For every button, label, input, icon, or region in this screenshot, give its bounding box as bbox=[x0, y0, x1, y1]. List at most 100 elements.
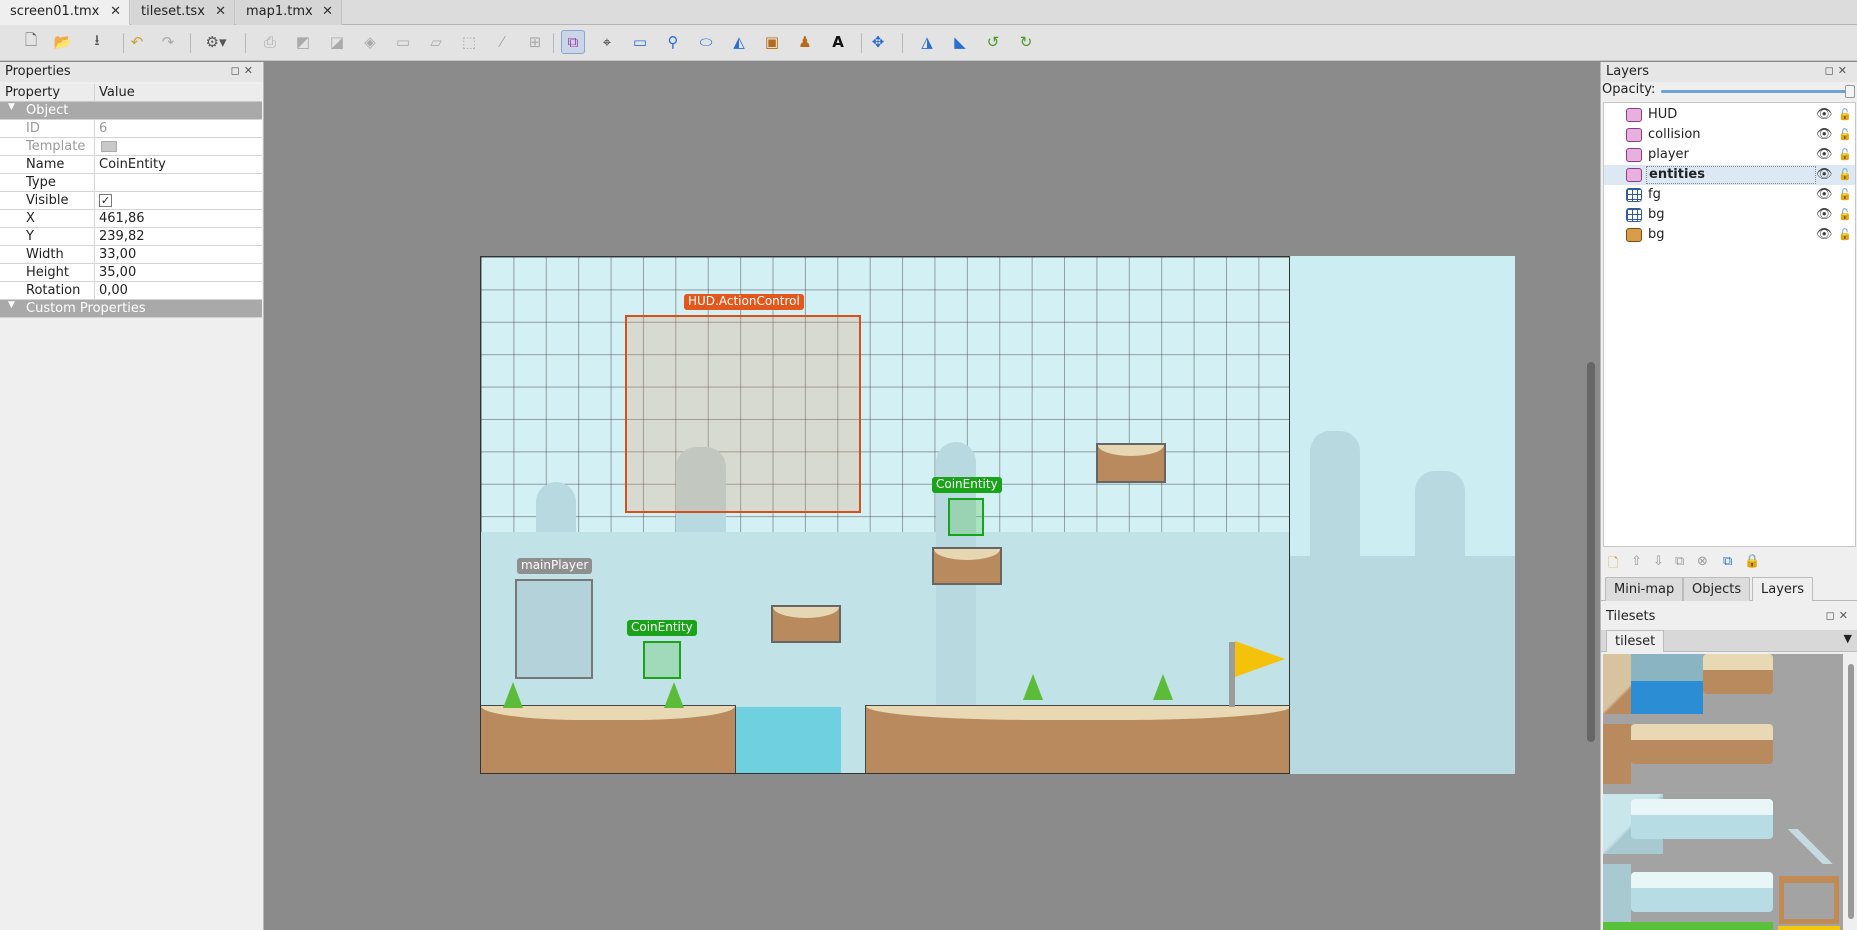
property-row-id[interactable]: ID 6 bbox=[0, 120, 262, 138]
property-value[interactable]: 35,00 bbox=[97, 264, 136, 282]
eye-icon[interactable]: 👁 bbox=[1816, 105, 1833, 125]
property-row-y[interactable]: Y 239,82 bbox=[0, 228, 262, 246]
main-player-object[interactable] bbox=[515, 579, 593, 679]
tab-screen01[interactable]: screen01.tmx ✕ bbox=[0, 0, 130, 25]
property-row-rotation[interactable]: Rotation 0,00 bbox=[0, 282, 262, 300]
tab-map1[interactable]: map1.tmx ✕ bbox=[236, 0, 342, 25]
tile[interactable] bbox=[1631, 799, 1773, 839]
close-icon[interactable]: ✕ bbox=[110, 0, 121, 24]
dock-buttons[interactable]: ◻✕ bbox=[1825, 64, 1851, 77]
dock-buttons[interactable]: ◻✕ bbox=[231, 64, 257, 77]
insert-point-icon[interactable]: ⚲ bbox=[661, 30, 685, 54]
layer-bg-image[interactable]: bg 👁 🔓 bbox=[1604, 225, 1855, 245]
new-layer-icon[interactable]: 🗋 bbox=[1608, 554, 1618, 576]
rotate-left-icon[interactable]: ↺ bbox=[981, 30, 1005, 54]
lock-icon[interactable]: 🔓 bbox=[1838, 225, 1852, 245]
coin-entity-object[interactable] bbox=[948, 498, 984, 536]
dock-buttons[interactable]: ◻✕ bbox=[1826, 609, 1852, 622]
eye-icon[interactable]: 👁 bbox=[1816, 145, 1833, 165]
flip-horizontal-icon[interactable]: ◮ bbox=[915, 30, 939, 54]
lock-icon[interactable]: 🔒 bbox=[1744, 554, 1760, 569]
insert-ellipse-icon[interactable]: ⬭ bbox=[694, 30, 718, 54]
spikes-tile[interactable] bbox=[1778, 829, 1843, 864]
property-row-width[interactable]: Width 33,00 bbox=[0, 246, 262, 264]
eye-icon[interactable]: 👁 bbox=[1816, 185, 1833, 205]
commands-icon[interactable]: ⚙▾ bbox=[198, 30, 234, 54]
layer-player[interactable]: player 👁 🔓 bbox=[1604, 145, 1855, 165]
opacity-slider[interactable] bbox=[1661, 85, 1855, 98]
layer-collision[interactable]: collision 👁 🔓 bbox=[1604, 125, 1855, 145]
lower-layer-icon[interactable]: ⇩ bbox=[1653, 554, 1664, 569]
tile[interactable] bbox=[1703, 654, 1773, 694]
tile[interactable] bbox=[1603, 864, 1631, 924]
lock-icon[interactable]: 🔓 bbox=[1838, 165, 1852, 185]
layer-entities[interactable]: entities 👁 🔓 bbox=[1604, 165, 1855, 185]
insert-tile-icon[interactable]: ▣ bbox=[760, 30, 784, 54]
undo-icon[interactable]: ↶ bbox=[125, 30, 149, 54]
select-same-tile-icon[interactable]: ⊞ bbox=[523, 30, 547, 54]
tab-layers[interactable]: Layers bbox=[1752, 577, 1814, 601]
tile[interactable] bbox=[1603, 724, 1631, 784]
fence-tile[interactable] bbox=[1779, 876, 1839, 924]
eye-icon[interactable]: 👁 bbox=[1816, 205, 1833, 225]
tab-objects[interactable]: Objects bbox=[1683, 577, 1751, 601]
property-value[interactable]: 0,00 bbox=[97, 282, 128, 300]
remove-layer-icon[interactable]: ⊗ bbox=[1697, 554, 1708, 569]
tile[interactable] bbox=[1603, 922, 1773, 930]
opacity-slider-knob[interactable] bbox=[1845, 85, 1855, 98]
new-file-icon[interactable]: 🗋 bbox=[19, 30, 43, 54]
tileset-scrollbar[interactable] bbox=[1845, 654, 1857, 930]
select-objects-icon[interactable]: ⧉ bbox=[561, 30, 585, 54]
property-row-template[interactable]: Template bbox=[0, 138, 262, 156]
scrollbar-thumb[interactable] bbox=[1848, 664, 1854, 919]
scrollbar-thumb[interactable] bbox=[1587, 362, 1595, 742]
stamp-brush-icon[interactable]: ⎙ bbox=[258, 30, 282, 54]
group-custom-properties[interactable]: ▼ Custom Properties bbox=[0, 300, 262, 318]
lock-icon[interactable]: 🔓 bbox=[1838, 105, 1852, 125]
redo-icon[interactable]: ↷ bbox=[156, 30, 180, 54]
wang-brush-icon[interactable]: ◪ bbox=[325, 30, 349, 54]
chevron-down-icon[interactable]: ▼ bbox=[1844, 632, 1852, 645]
eye-icon[interactable]: 👁 bbox=[1816, 165, 1833, 185]
group-object[interactable]: ▼ Object bbox=[0, 102, 262, 120]
property-row-name[interactable]: Name CoinEntity bbox=[0, 156, 262, 174]
eye-icon[interactable]: 👁 bbox=[1816, 125, 1833, 145]
eye-icon[interactable]: 👁 bbox=[1816, 225, 1833, 245]
rectangular-select-icon[interactable]: ⬚ bbox=[457, 30, 481, 54]
visible-checkbox[interactable]: ✓ bbox=[99, 194, 112, 207]
open-file-icon[interactable]: 📂 bbox=[51, 30, 75, 54]
shape-fill-icon[interactable]: ▭ bbox=[391, 30, 415, 54]
duplicate-layer-icon[interactable]: ⧉ bbox=[1675, 554, 1684, 569]
property-value[interactable]: 461,86 bbox=[97, 210, 145, 228]
highlight-layer-icon[interactable]: ⧉ bbox=[1723, 554, 1732, 569]
tile[interactable] bbox=[1631, 654, 1703, 714]
header-value[interactable]: Value bbox=[97, 84, 135, 102]
property-row-type[interactable]: Type bbox=[0, 174, 262, 192]
insert-rectangle-icon[interactable]: ▭ bbox=[628, 30, 652, 54]
layer-fg[interactable]: fg 👁 🔓 bbox=[1604, 185, 1855, 205]
template-icon[interactable] bbox=[101, 141, 117, 152]
property-value[interactable] bbox=[97, 174, 99, 192]
insert-polygon-icon[interactable]: ◭ bbox=[727, 30, 751, 54]
question-block-tile[interactable] bbox=[1778, 926, 1840, 930]
rotate-right-icon[interactable]: ↻ bbox=[1014, 30, 1038, 54]
layer-hud[interactable]: HUD 👁 🔓 bbox=[1604, 105, 1855, 125]
hud-action-control-object[interactable] bbox=[625, 315, 861, 513]
close-icon[interactable]: ✕ bbox=[215, 0, 226, 24]
property-row-visible[interactable]: Visible ✓ bbox=[0, 192, 262, 210]
close-icon[interactable]: ✕ bbox=[322, 0, 333, 24]
eraser-icon[interactable]: ▱ bbox=[424, 30, 448, 54]
tile[interactable] bbox=[1631, 724, 1773, 764]
edit-polygons-icon[interactable]: ⌖ bbox=[595, 30, 619, 54]
insert-text-icon[interactable]: A bbox=[826, 30, 850, 54]
insert-template-icon[interactable]: ♟ bbox=[793, 30, 817, 54]
property-row-x[interactable]: X 461,86 bbox=[0, 210, 262, 228]
tab-mini-map[interactable]: Mini-map bbox=[1605, 577, 1684, 601]
property-value[interactable]: 33,00 bbox=[97, 246, 136, 264]
bucket-fill-icon[interactable]: ◈ bbox=[358, 30, 382, 54]
tileset-view[interactable] bbox=[1603, 654, 1843, 930]
tile[interactable] bbox=[1631, 872, 1773, 912]
tile-map[interactable]: HUD.ActionControl CoinEntity CoinEntity … bbox=[480, 256, 1290, 774]
canvas-scrollbar[interactable] bbox=[1583, 62, 1600, 930]
property-value[interactable]: 239,82 bbox=[97, 228, 145, 246]
